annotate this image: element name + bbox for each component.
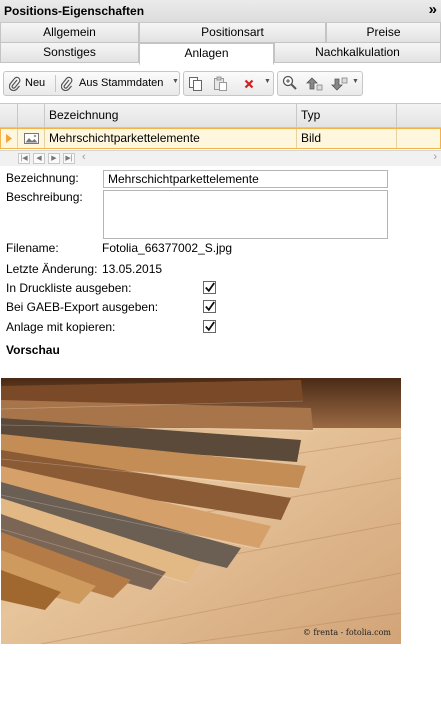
parquet-planks-photo <box>1 378 401 644</box>
row-indicator <box>1 129 18 148</box>
toolbar-group-view: ▼ <box>277 71 363 96</box>
beschreibung-label: Beschreibung: <box>6 190 83 204</box>
paperclip-icon <box>61 76 73 91</box>
bezeichnung-field[interactable] <box>103 170 388 188</box>
delete-icon <box>244 79 254 89</box>
last-change-label: Letzte Änderung: <box>6 262 98 276</box>
new-button[interactable]: Neu <box>6 72 54 95</box>
grid-header-indicator <box>0 104 18 127</box>
cell-bezeichnung: Mehrschichtparkettelemente <box>45 129 297 148</box>
image-icon <box>24 133 39 144</box>
paste-icon <box>214 76 227 91</box>
panel-title-bar: Positions-Eigenschaften » <box>0 0 441 23</box>
new-button-label: Neu <box>25 77 46 89</box>
column-header-bezeichnung[interactable]: Bezeichnung <box>45 104 297 127</box>
zoom-button[interactable] <box>280 72 300 95</box>
tab-row-2: Sonstiges Anlagen Nachkalkulation <box>0 43 441 65</box>
copy-icon <box>189 77 202 91</box>
prev-page-button[interactable]: ◀ <box>33 153 45 164</box>
column-header-typ[interactable]: Typ <box>297 104 397 127</box>
chevron-down-icon[interactable]: ▼ <box>172 70 179 93</box>
zoom-in-icon <box>282 75 297 90</box>
attachments-grid: Bezeichnung Typ Mehrschichtparkettelemen… <box>0 103 441 166</box>
row-pointer-icon <box>6 134 12 143</box>
tab-row-1: Allgemein Positionsart Preise <box>0 23 441 43</box>
check-icon <box>205 321 215 332</box>
grid-header-icon-column <box>18 104 45 127</box>
print-list-checkbox[interactable] <box>203 281 216 294</box>
toolbar-group-edit: ▼ <box>183 71 274 96</box>
scroll-left-icon[interactable]: ‹ <box>82 151 86 163</box>
print-list-label: In Druckliste ausgeben: <box>6 281 132 295</box>
gaeb-export-checkbox[interactable] <box>203 300 216 313</box>
image-credit: © frenta - fotolia.com <box>302 628 391 637</box>
check-icon <box>205 282 215 293</box>
gaeb-export-label: Bei GAEB-Export ausgeben: <box>6 300 159 314</box>
paperclip-icon <box>9 76 21 91</box>
tab-sonstiges[interactable]: Sonstiges <box>0 43 139 63</box>
grid-header: Bezeichnung Typ <box>0 104 441 128</box>
table-row[interactable]: Mehrschichtparkettelemente Bild <box>0 128 441 149</box>
last-change-value: 13.05.2015 <box>102 262 163 276</box>
check-icon <box>205 301 215 312</box>
filename-value: Fotolia_66377002_S.jpg <box>102 241 233 255</box>
attachment-preview-image: © frenta - fotolia.com <box>1 378 401 644</box>
chevron-down-icon[interactable]: ▼ <box>264 70 271 93</box>
move-up-button[interactable] <box>303 72 325 95</box>
toolbar-group-add: Neu Aus Stammdaten ▼ <box>3 71 180 96</box>
next-page-button[interactable]: ▶ <box>48 153 60 164</box>
tab-positionsart[interactable]: Positionsart <box>139 23 326 43</box>
grid-pager: |◀ ◀ ▶ ▶| ‹ › <box>0 150 441 166</box>
paste-button[interactable] <box>210 72 230 95</box>
first-page-button[interactable]: |◀ <box>18 153 30 164</box>
from-master-data-label: Aus Stammdaten <box>79 77 164 89</box>
from-master-data-button[interactable]: Aus Stammdaten ▼ <box>58 70 179 95</box>
tab-anlagen[interactable]: Anlagen <box>139 43 274 65</box>
move-down-icon <box>331 77 348 91</box>
copy-attachment-label: Anlage mit kopieren: <box>6 320 116 334</box>
beschreibung-field[interactable] <box>103 190 388 239</box>
row-type-icon-cell <box>18 129 45 148</box>
tab-preise[interactable]: Preise <box>326 23 441 43</box>
last-page-button[interactable]: ▶| <box>63 153 75 164</box>
move-down-button[interactable]: ▼ <box>328 72 360 95</box>
attachments-toolbar: Neu Aus Stammdaten ▼ ▼ ▼ <box>0 68 441 98</box>
chevron-down-icon[interactable]: ▼ <box>352 70 359 93</box>
delete-button[interactable]: ▼ <box>238 70 271 95</box>
panel-title: Positions-Eigenschaften <box>4 4 145 18</box>
collapse-panel-icon[interactable]: » <box>429 1 437 18</box>
copy-button[interactable] <box>186 72 206 95</box>
filename-label: Filename: <box>6 241 59 255</box>
tab-nachkalkulation[interactable]: Nachkalkulation <box>274 43 441 63</box>
cell-typ: Bild <box>297 129 397 148</box>
tab-allgemein[interactable]: Allgemein <box>0 23 139 43</box>
bezeichnung-label: Bezeichnung: <box>6 171 79 185</box>
toolbar-divider <box>55 75 56 92</box>
scroll-right-icon[interactable]: › <box>433 151 437 163</box>
copy-attachment-checkbox[interactable] <box>203 320 216 333</box>
preview-heading: Vorschau <box>6 343 60 357</box>
move-up-icon <box>306 77 323 91</box>
